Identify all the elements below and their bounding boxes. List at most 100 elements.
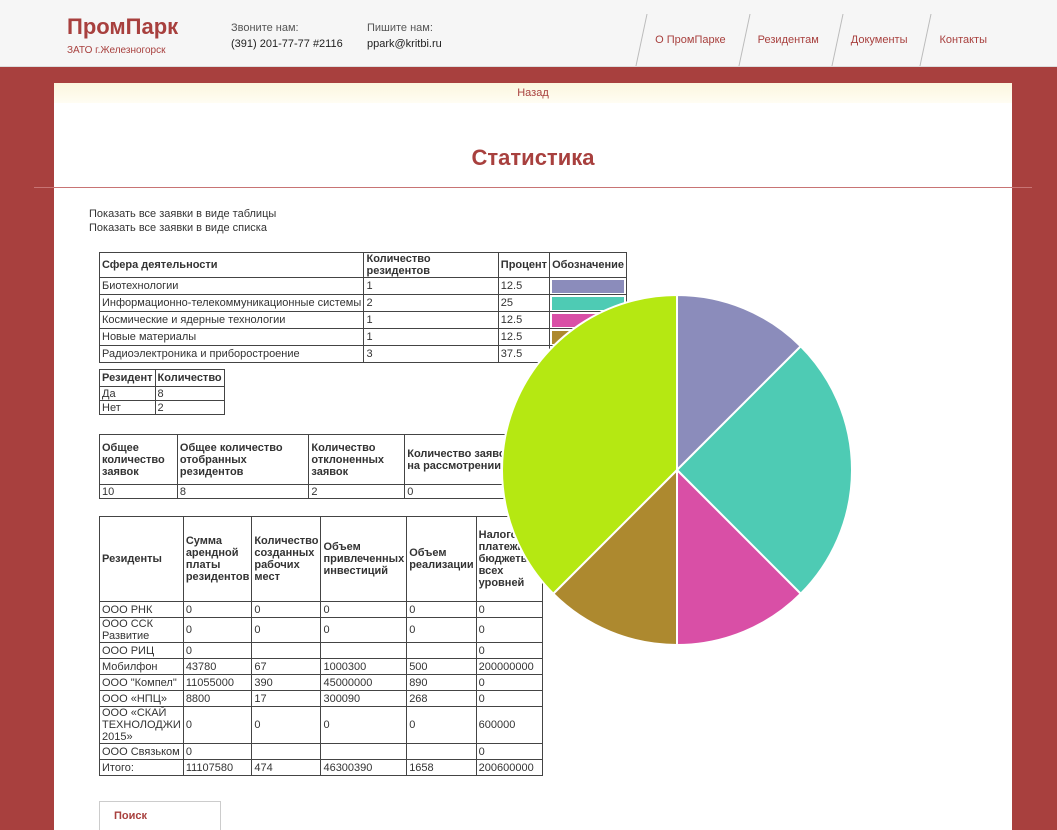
- table-header: Количество созданных рабочих мест: [251, 516, 322, 602]
- table-cell: ООО РНК: [99, 601, 184, 618]
- phone-block: Звоните нам: (391) 201-77-77 #2116: [231, 20, 343, 52]
- table-cell: 600000: [475, 706, 543, 744]
- table-cell: 46300390: [320, 759, 408, 776]
- table-cell: 0: [475, 690, 543, 707]
- table-cell: 8: [154, 386, 225, 401]
- table-cell: [320, 642, 408, 659]
- table-header-row: Резиденты Сумма арендной платы резиденто…: [99, 516, 543, 602]
- table-cell: 390: [251, 674, 322, 691]
- table-cell: Да: [99, 386, 156, 401]
- table-cell: Информационно-телекоммуникационные систе…: [98, 294, 365, 312]
- table-header: Объем реализации: [406, 516, 477, 602]
- finance-table: Резиденты Сумма арендной платы резиденто…: [99, 516, 543, 776]
- table-header: Количество отклоненных заявок: [308, 434, 406, 485]
- email-label: Пишите нам:: [367, 22, 433, 34]
- table-cell: 0: [182, 706, 253, 744]
- top-bar: ПромПарк ЗАТО г.Железногорск Звоните нам…: [0, 0, 1057, 67]
- table-cell: 11055000: [182, 674, 253, 691]
- email-address[interactable]: ppark@kritbi.ru: [367, 36, 442, 52]
- table-cell: 0: [182, 642, 253, 659]
- back-link[interactable]: Назад: [517, 87, 549, 99]
- table-cell: 2: [308, 484, 406, 499]
- table-header: Сумма арендной платы резидентов: [182, 516, 253, 602]
- table-header: Обозначение: [549, 252, 627, 278]
- table-cell: 1658: [406, 759, 477, 776]
- table-cell: ООО ССК Развитие: [99, 617, 184, 643]
- table-cell: 11107580: [182, 759, 253, 776]
- search-button[interactable]: Поиск: [99, 801, 221, 830]
- table-header: Количество: [154, 369, 225, 387]
- table-cell: 0: [475, 674, 543, 691]
- table-cell: 0: [182, 617, 253, 643]
- table-cell: 300090: [320, 690, 408, 707]
- table-cell: 0: [406, 601, 477, 618]
- table-cell: 1: [363, 311, 499, 329]
- table-header: Резиденты: [99, 516, 184, 602]
- nav-item-documents[interactable]: Документы: [837, 14, 926, 66]
- table-cell: ООО РИЦ: [99, 642, 184, 659]
- table-cell: 0: [475, 743, 543, 760]
- table-row: ООО ССК Развитие 0 0 0 0 0: [99, 617, 543, 643]
- table-cell: 45000000: [320, 674, 408, 691]
- table-row: Да 8: [99, 386, 225, 401]
- table-cell: [406, 743, 477, 760]
- table-row: ООО "Компел" 11055000 390 45000000 890 0: [99, 674, 543, 691]
- table-cell: 8: [176, 484, 310, 499]
- table-cell: 1000300: [320, 658, 408, 675]
- legend-swatch: [552, 279, 624, 293]
- table-cell: ООО «НПЦ»: [99, 690, 184, 707]
- table-cell: 200000000: [475, 658, 543, 675]
- table-cell: 0: [320, 601, 408, 618]
- table-cell: 3: [363, 345, 499, 363]
- email-block: Пишите нам: ppark@kritbi.ru: [367, 20, 442, 52]
- table-cell: 0: [406, 706, 477, 744]
- table-cell: 500: [406, 658, 477, 675]
- table-cell: Космические и ядерные технологии: [98, 311, 365, 329]
- table-header: Сфера деятельности: [98, 252, 365, 278]
- table-cell: 0: [251, 601, 322, 618]
- table-cell: Новые материалы: [98, 328, 365, 346]
- table-header: Общее количество отобранных резидентов: [176, 434, 310, 485]
- table-cell: 0: [251, 706, 322, 744]
- table-row: ООО «НПЦ» 8800 17 300090 268 0: [99, 690, 543, 707]
- nav-item-about[interactable]: О ПромПарке: [641, 14, 744, 66]
- table-cell: 0: [182, 601, 253, 618]
- table-cell: Мобилфон: [99, 658, 184, 675]
- site-logo[interactable]: ПромПарк: [67, 14, 178, 40]
- table-header-row: Резидент Количество: [99, 369, 225, 387]
- table-cell: [406, 642, 477, 659]
- table-cell: ООО "Компел": [99, 674, 184, 691]
- resident-table: Резидент Количество Да 8 Нет 2: [99, 369, 225, 415]
- table-cell: 1: [363, 277, 499, 295]
- pie-chart: [501, 293, 853, 647]
- table-cell: Итого:: [99, 759, 184, 776]
- table-cell: [251, 642, 322, 659]
- table-row: ООО РИЦ 0 0: [99, 642, 543, 659]
- table-row: Нет 2: [99, 400, 225, 415]
- table-cell: 8800: [182, 690, 253, 707]
- table-header: Общее количество заявок: [99, 434, 178, 485]
- nav-item-contacts[interactable]: Контакты: [925, 14, 1005, 66]
- back-bar: Назад: [54, 83, 1012, 103]
- table-cell: 268: [406, 690, 477, 707]
- table-cell: 43780: [182, 658, 253, 675]
- table-row: Итого: 11107580 474 46300390 1658 200600000: [99, 759, 543, 776]
- table-cell: [320, 743, 408, 760]
- table-cell: 2: [363, 294, 499, 312]
- finance-table-body: ООО РНК 0 0 0 0 0 ООО ССК Развитие 0 0 0 0 0 ООО РИЦ…: [99, 601, 543, 776]
- page-title: Статистика: [471, 145, 595, 170]
- table-cell: 0: [320, 617, 408, 643]
- table-cell: 2: [154, 400, 225, 415]
- table-cell: ООО Связьком: [99, 743, 184, 760]
- table-cell: 0: [251, 617, 322, 643]
- show-list-link[interactable]: Показать все заявки в виде списка: [89, 221, 276, 235]
- table-header: Количество резидентов: [363, 252, 499, 278]
- table-row: ООО «СКАЙ ТЕХНОЛОДЖИ 2015» 0 0 0 0 600000: [99, 706, 543, 744]
- title-divider: [34, 187, 1032, 188]
- table-cell: Биотехнологии: [98, 277, 365, 295]
- table-row: ООО Связьком 0 0: [99, 743, 543, 760]
- table-cell: Нет: [99, 400, 156, 415]
- nav-item-residents[interactable]: Резидентам: [744, 14, 837, 66]
- main-nav: О ПромПарке Резидентам Документы Контакт…: [641, 14, 1005, 66]
- show-table-link[interactable]: Показать все заявки в виде таблицы: [89, 207, 276, 221]
